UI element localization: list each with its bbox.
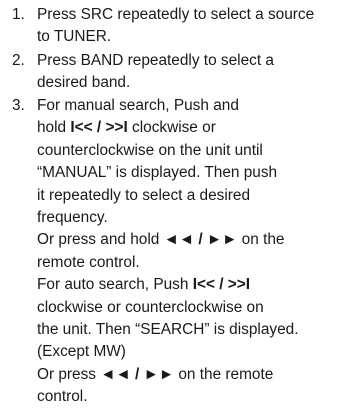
remote-seek-symbol: ◄◄ / ►► [163, 231, 238, 249]
step-text: Press BAND repeatedly to select a desire… [37, 50, 338, 95]
step-text: For manual search, Push and hold I<< / >… [37, 95, 338, 409]
seek-knob-symbol: I<< / >>I [192, 276, 251, 294]
step-line: desired band. [37, 74, 131, 92]
step-line: control. [37, 388, 88, 406]
step-line: (Except MW) [37, 343, 126, 361]
step-text-fragment: hold [37, 119, 67, 137]
step-line: frequency. [37, 209, 108, 227]
seek-knob-symbol: I<< / >>I [70, 119, 128, 137]
step-line: hold I<< / >>I clockwise or [37, 117, 338, 139]
step-number: 2. [12, 52, 25, 69]
step-text: Press SRC repeatedly to select a source … [37, 4, 338, 49]
step-line: it repeatedly to select a desired [37, 186, 251, 204]
step-line: Or press and hold ◄◄ / ►► on the [37, 229, 338, 251]
step-text-fragment: Or press [37, 365, 97, 383]
step-number: 1. [12, 6, 25, 23]
step-line: remote control. [37, 253, 140, 271]
step-line: the unit. Then “SEARCH” is displayed. [37, 321, 299, 339]
step-line: For manual search, Push and [37, 97, 239, 114]
step-text-fragment: on the [241, 231, 285, 249]
step-line: Press BAND repeatedly to select a [37, 52, 274, 69]
step-line: to TUNER. [37, 28, 112, 46]
step-text-fragment: on the remote [178, 365, 274, 383]
step-line: counterclockwise on the unit until [37, 141, 263, 159]
step-text-fragment: Or press and hold [37, 231, 160, 249]
remote-seek-symbol: ◄◄ / ►► [100, 365, 175, 383]
step-line: Or press ◄◄ / ►► on the remote [37, 364, 338, 386]
step-text-fragment: clockwise or [132, 119, 216, 137]
step-line: Press SRC repeatedly to select a source [37, 6, 315, 23]
step-line: clockwise or counterclockwise on [37, 298, 264, 316]
step-line: For auto search, Push I<< / >>I [37, 274, 338, 296]
step-number: 3. [12, 97, 25, 114]
step-line: “MANUAL” is displayed. Then push [37, 164, 278, 182]
step-text-fragment: For auto search, Push [37, 276, 189, 294]
